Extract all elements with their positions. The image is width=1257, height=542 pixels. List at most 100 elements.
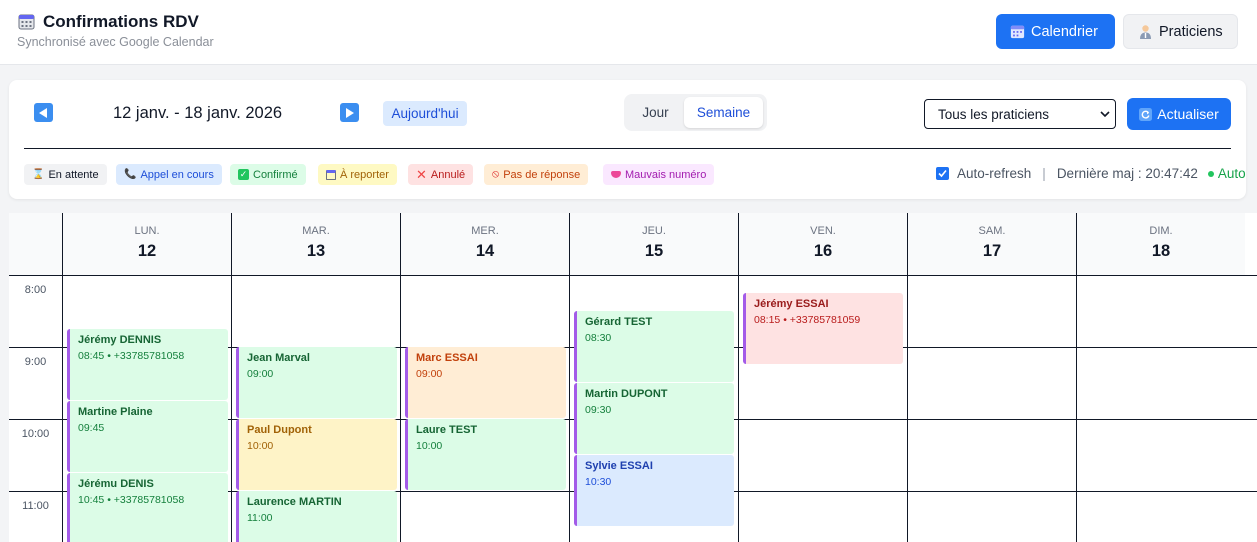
appointment-card[interactable]: Jérému DENIS 10:45 • +33785781058 xyxy=(67,473,228,542)
previous-week-button[interactable] xyxy=(34,103,53,122)
appointment-patient: Martin DUPONT xyxy=(585,388,668,400)
calendar-icon xyxy=(18,14,35,30)
phone-icon: 📞 xyxy=(124,169,137,180)
appointment-patient: Laurence MARTIN xyxy=(247,496,342,508)
appointment-card[interactable]: Laure TEST 10:00 xyxy=(405,419,566,490)
controls-panel: 12 janv. - 18 janv. 2026 Aujourd'hui Jou… xyxy=(9,80,1246,199)
legend-a-reporter: À reporter xyxy=(318,164,397,185)
check-icon xyxy=(938,169,947,178)
today-button[interactable]: Aujourd'hui xyxy=(383,101,467,126)
day-name: MAR. xyxy=(302,225,330,237)
day-header-fri[interactable]: VEN. 16 xyxy=(739,213,907,275)
appointment-card[interactable]: Martine Plaine 09:45 xyxy=(67,401,228,472)
view-week-tab[interactable]: Semaine xyxy=(684,97,763,128)
day-name: SAM. xyxy=(978,225,1006,237)
view-day-tab[interactable]: Jour xyxy=(628,97,683,128)
next-week-button[interactable] xyxy=(340,103,359,122)
day-number: 17 xyxy=(982,242,1002,260)
appointment-patient: Paul Dupont xyxy=(247,424,312,436)
time-column-header xyxy=(9,213,62,275)
appointment-patient: Marc ESSAI xyxy=(416,352,478,364)
legend-label: À reporter xyxy=(340,168,389,181)
appointment-info: 08:45 • +33785781058 xyxy=(78,350,185,362)
day-header-mon[interactable]: LUN. 12 xyxy=(63,213,231,275)
legend-appel-en-cours: 📞 Appel en cours xyxy=(116,164,222,185)
day-header-thu[interactable]: JEU. 15 xyxy=(570,213,738,275)
appointment-card[interactable]: Gérard TEST 08:30 xyxy=(574,311,734,382)
appointment-info: 11:00 xyxy=(247,512,273,524)
hour-label: 11:00 xyxy=(22,500,49,512)
auto-refresh-status: Auto-refresh | Dernière maj : 20:47:42 A… xyxy=(936,166,1246,181)
appointment-patient: Jérému DENIS xyxy=(78,478,154,490)
page-subtitle: Synchronisé avec Google Calendar xyxy=(17,35,214,49)
practitioner-select-value: Tous les praticiens xyxy=(938,106,1050,122)
legend-label: Appel en cours xyxy=(140,168,214,181)
day-name: VEN. xyxy=(810,225,836,237)
day-name: DIM. xyxy=(1149,225,1173,237)
day-header-sun[interactable]: DIM. 18 xyxy=(1077,213,1245,275)
cross-icon: ✕ xyxy=(416,166,427,182)
appointment-info: 08:30 xyxy=(585,332,612,344)
calendar-icon xyxy=(1010,25,1025,39)
top-bar: Confirmations RDV Synchronisé avec Googl… xyxy=(0,0,1257,65)
practitioners-button-label: Praticiens xyxy=(1159,23,1223,40)
no-entry-icon: ⦸ xyxy=(492,168,500,180)
appointment-info: 09:30 xyxy=(585,404,612,416)
separator: | xyxy=(1042,166,1046,181)
legend-label: Mauvais numéro xyxy=(625,168,707,181)
view-switcher: Jour Semaine xyxy=(624,94,767,131)
grid-line xyxy=(231,213,232,542)
auto-refresh-checkbox[interactable] xyxy=(936,167,949,180)
appointment-patient: Jean Marval xyxy=(247,352,310,364)
legend-en-attente: ⌛ En attente xyxy=(24,164,107,185)
week-calendar: LUN. 12 MAR. 13 MER. 14 JEU. 15 VEN. 16 … xyxy=(9,213,1257,542)
appointment-card[interactable]: Martin DUPONT 09:30 xyxy=(574,383,734,454)
appointment-card[interactable]: Sylvie ESSAI 10:30 xyxy=(574,455,734,526)
status-dot xyxy=(1207,170,1214,177)
appointment-info: 09:00 xyxy=(416,368,443,380)
day-number: 15 xyxy=(644,242,664,260)
grid-line xyxy=(907,213,908,542)
appointment-card[interactable]: Marc ESSAI 09:00 xyxy=(405,347,566,418)
refresh-button[interactable]: Actualiser xyxy=(1127,98,1231,130)
day-name: JEU. xyxy=(642,225,666,237)
grid-line xyxy=(400,213,401,542)
practitioners-button[interactable]: Praticiens xyxy=(1123,14,1238,49)
hour-label: 9:00 xyxy=(24,356,47,368)
panel-divider xyxy=(24,148,1231,149)
day-number: 16 xyxy=(813,242,833,260)
legend-label: Confirmé xyxy=(253,168,298,181)
appointment-info: 09:45 xyxy=(78,422,105,434)
appointment-info: 08:15 • +33785781059 xyxy=(754,314,861,326)
practitioner-select[interactable]: Tous les praticiens xyxy=(924,99,1116,129)
calendar-icon xyxy=(326,169,336,180)
legend-label: En attente xyxy=(48,168,99,181)
calendar-button[interactable]: Calendrier xyxy=(996,14,1115,49)
hourglass-icon: ⌛ xyxy=(32,169,45,180)
refresh-icon xyxy=(1139,107,1153,121)
day-number: 14 xyxy=(475,242,495,260)
appointment-patient: Jérémy ESSAI xyxy=(754,298,829,310)
grid-line xyxy=(569,213,570,542)
last-update: Dernière maj : 20:47:42 xyxy=(1056,166,1198,181)
day-header-wed[interactable]: MER. 14 xyxy=(401,213,569,275)
appointment-card[interactable]: Jérémy DENNIS 08:45 • +33785781058 xyxy=(67,329,228,400)
appointment-info: 10:45 • +33785781058 xyxy=(78,494,185,506)
appointment-patient: Sylvie ESSAI xyxy=(585,460,653,472)
mask-icon xyxy=(611,171,621,178)
grid-line xyxy=(1076,213,1077,542)
appointment-card[interactable]: Laurence MARTIN 11:00 xyxy=(236,491,397,542)
check-icon: ✓ xyxy=(238,169,249,180)
day-header-tue[interactable]: MAR. 13 xyxy=(232,213,400,275)
appointment-info: 10:00 xyxy=(416,440,443,452)
day-header-sat[interactable]: SAM. 17 xyxy=(908,213,1076,275)
appointment-card[interactable]: Paul Dupont 10:00 xyxy=(236,419,397,490)
legend-mauvais-numero: Mauvais numéro xyxy=(603,164,715,185)
appointment-patient: Martine Plaine xyxy=(78,406,153,418)
appointment-patient: Jérémy DENNIS xyxy=(78,334,162,346)
appointment-card[interactable]: Jean Marval 09:00 xyxy=(236,347,397,418)
appointment-info: 09:00 xyxy=(247,368,274,380)
legend-confirme: ✓ Confirmé xyxy=(230,164,306,185)
day-number: 12 xyxy=(137,242,157,260)
appointment-card[interactable]: Jérémy ESSAI 08:15 • +33785781059 xyxy=(743,293,903,364)
